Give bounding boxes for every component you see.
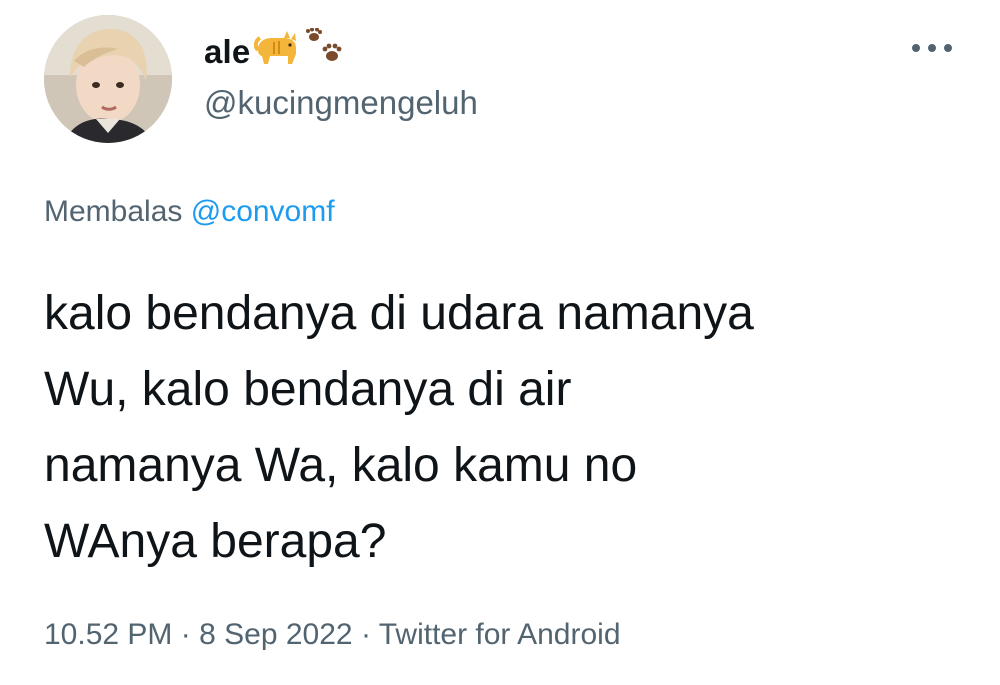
paw-prints-emoji [304,27,348,77]
cat-emoji [254,30,300,75]
display-name[interactable]: ale [204,33,250,71]
tweet-line: Wu, kalo bendanya di air [44,363,572,416]
tweet-text: kalo bendanya di udara namanya Wu, kalo b… [44,276,974,580]
author-name-row[interactable]: ale [204,27,348,77]
meta-separator: · [180,618,191,651]
more-horizontal-icon [912,44,952,52]
replying-to-label: Membalas [44,195,183,228]
avatar-photo [44,15,172,143]
tweet-source[interactable]: Twitter for Android [379,618,621,651]
replying-to-handle[interactable]: @convomf [191,195,335,228]
tweet-line: namanya Wa, kalo kamu no [44,439,638,492]
meta-separator: · [360,618,371,651]
tweet-line: WAnya berapa? [44,515,387,568]
replying-to: Membalas @convomf [44,195,335,229]
avatar[interactable] [44,15,172,143]
tweet-date[interactable]: 8 Sep 2022 [199,618,352,651]
tweet-line: kalo bendanya di udara namanya [44,287,754,340]
more-options-button[interactable] [904,28,960,68]
tweet-time[interactable]: 10.52 PM [44,618,172,651]
user-handle[interactable]: @kucingmengeluh [204,84,478,122]
tweet-metadata: 10.52 PM · 8 Sep 2022 · Twitter for Andr… [44,618,621,652]
